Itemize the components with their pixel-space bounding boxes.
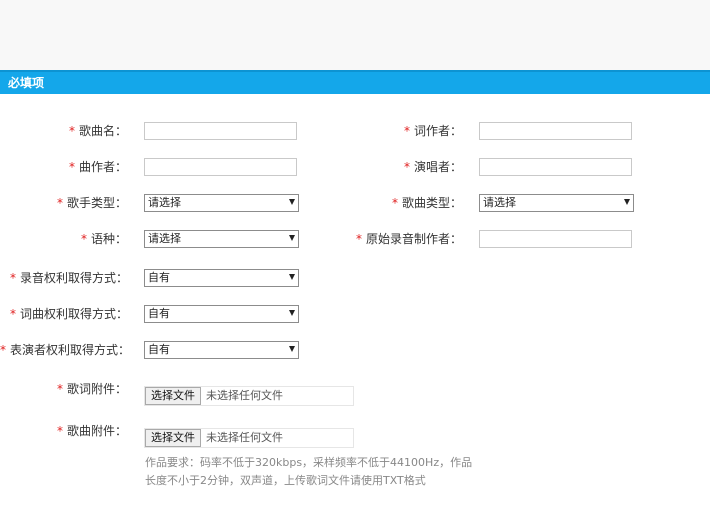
required-mark: * bbox=[80, 232, 87, 246]
dropdown-arrow-icon bbox=[289, 199, 295, 205]
song-type-label: * 歌曲类型： bbox=[391, 196, 462, 210]
lyric-music-rights-label: * 词曲权利取得方式： bbox=[10, 307, 129, 321]
required-mark: * bbox=[391, 196, 398, 210]
section-header-required: 必填项 bbox=[0, 70, 710, 94]
composer-label: * 曲作者： bbox=[68, 160, 127, 174]
lyrics-file-input[interactable]: 选择文件 未选择任何文件 bbox=[144, 386, 354, 406]
form-body bbox=[0, 94, 710, 510]
singer-input[interactable] bbox=[479, 158, 632, 176]
performer-rights-selected: 自有 bbox=[148, 343, 170, 356]
lyric-music-rights-select[interactable]: 自有 bbox=[144, 305, 299, 323]
top-blank-area bbox=[0, 0, 710, 70]
song-name-input[interactable] bbox=[144, 122, 297, 140]
required-mark: * bbox=[68, 124, 75, 138]
recording-rights-label: * 录音权利取得方式： bbox=[10, 271, 129, 285]
song-file-input[interactable]: 选择文件 未选择任何文件 bbox=[144, 428, 354, 448]
lyrics-file-status: 未选择任何文件 bbox=[206, 389, 283, 402]
dropdown-arrow-icon bbox=[289, 235, 295, 241]
singer-type-selected: 请选择 bbox=[148, 196, 181, 209]
song-type-selected: 请选择 bbox=[483, 196, 516, 209]
original-producer-input[interactable] bbox=[479, 230, 632, 248]
lyrics-attachment-label: * 歌词附件： bbox=[56, 382, 127, 396]
required-mark: * bbox=[403, 160, 410, 174]
section-title: 必填项 bbox=[8, 76, 45, 90]
recording-rights-select[interactable]: 自有 bbox=[144, 269, 299, 287]
singer-label: * 演唱者： bbox=[403, 160, 462, 174]
required-mark: * bbox=[10, 271, 16, 285]
song-file-status: 未选择任何文件 bbox=[206, 431, 283, 444]
required-mark: * bbox=[355, 232, 362, 246]
lyric-music-rights-selected: 自有 bbox=[148, 307, 170, 320]
recording-rights-selected: 自有 bbox=[148, 271, 170, 284]
original-producer-label: * 原始录音制作者： bbox=[355, 232, 462, 246]
song-name-label: * 歌曲名： bbox=[68, 124, 127, 138]
dropdown-arrow-icon bbox=[289, 310, 295, 316]
required-mark: * bbox=[56, 196, 63, 210]
singer-type-label: * 歌手类型： bbox=[56, 196, 127, 210]
note-line-2: 长度不小于2分钟，双声道，上传歌词文件请使用TXT格式 bbox=[145, 474, 426, 487]
required-mark: * bbox=[10, 307, 16, 321]
required-mark: * bbox=[56, 382, 63, 396]
lyricist-label: * 词作者： bbox=[403, 124, 462, 138]
required-mark: * bbox=[403, 124, 410, 138]
dropdown-arrow-icon bbox=[624, 199, 630, 205]
dropdown-arrow-icon bbox=[289, 274, 295, 280]
language-label: * 语种： bbox=[80, 232, 127, 246]
singer-type-select[interactable]: 请选择 bbox=[144, 194, 299, 212]
song-attachment-label: * 歌曲附件： bbox=[56, 424, 127, 438]
language-select[interactable]: 请选择 bbox=[144, 230, 299, 248]
performer-rights-label: * 表演者权利取得方式： bbox=[0, 343, 131, 357]
required-mark: * bbox=[56, 424, 63, 438]
composer-input[interactable] bbox=[144, 158, 297, 176]
upload-requirements-note: 作品要求：码率不低于320kbps，采样频率不低于44100Hz，作品 长度不小… bbox=[145, 454, 475, 490]
song-choose-file-button[interactable]: 选择文件 bbox=[145, 429, 201, 447]
performer-rights-select[interactable]: 自有 bbox=[144, 341, 299, 359]
required-mark: * bbox=[0, 343, 6, 357]
required-mark: * bbox=[68, 160, 75, 174]
note-line-1: 作品要求：码率不低于320kbps，采样频率不低于44100Hz，作品 bbox=[145, 456, 473, 469]
lyricist-input[interactable] bbox=[479, 122, 632, 140]
language-selected: 请选择 bbox=[148, 232, 181, 245]
lyrics-choose-file-button[interactable]: 选择文件 bbox=[145, 387, 201, 405]
dropdown-arrow-icon bbox=[289, 346, 295, 352]
song-type-select[interactable]: 请选择 bbox=[479, 194, 634, 212]
